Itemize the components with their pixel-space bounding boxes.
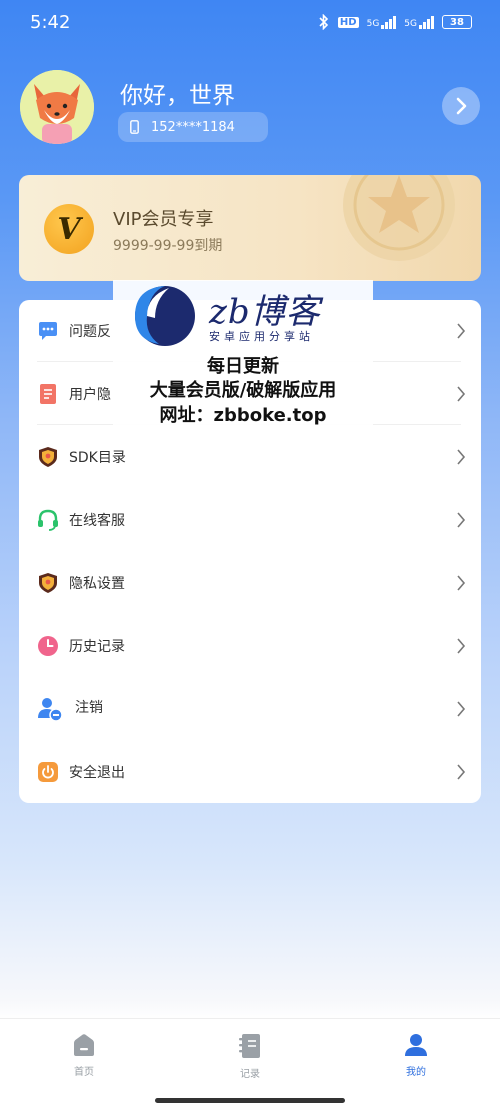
chevron-right-icon <box>457 386 466 402</box>
chevron-right-icon <box>457 638 466 654</box>
star-medal-icon <box>343 175 455 261</box>
status-icons: HD 5G 5G 38 <box>318 14 472 30</box>
power-icon <box>38 762 58 782</box>
menu-item-privacy-settings[interactable]: 隐私设置 <box>19 552 481 614</box>
notebook-icon <box>239 1034 260 1058</box>
phone-icon <box>130 120 139 134</box>
tab-label: 首页 <box>74 1067 94 1078</box>
greeting-text: 你好，世界 <box>120 83 235 109</box>
watermark-line-2: 大量会员版/破解版应用 <box>149 380 337 401</box>
tab-label: 记录 <box>240 1069 260 1080</box>
watermark-brand: zb博客 <box>209 292 321 332</box>
signal-1: 5G <box>367 15 397 29</box>
phone-number: 152****1184 <box>151 119 235 135</box>
vip-title: VIP会员专享 <box>113 209 214 230</box>
network-label: 5G <box>404 19 417 29</box>
watermark-line-3: 网址：zbboke.top <box>159 405 327 426</box>
vip-expire-date: 9999-99-99到期 <box>113 238 223 254</box>
watermark-overlay: zb博客 安卓应用分享站 每日更新 大量会员版/破解版应用 网址：zbboke.… <box>113 280 373 442</box>
menu-item-label: SDK目录 <box>69 450 126 466</box>
status-bar: 5:42 HD 5G 5G 38 <box>0 0 500 44</box>
chevron-right-icon <box>457 764 466 780</box>
menu-item-label: 隐私设置 <box>69 576 125 592</box>
menu-item-label: 历史记录 <box>69 639 125 655</box>
menu-item-label: 问题反 <box>69 324 111 340</box>
network-label: 5G <box>366 19 380 29</box>
clock-icon <box>38 636 58 656</box>
bluetooth-icon <box>319 14 329 30</box>
fox-avatar-icon[interactable] <box>20 70 94 144</box>
shield-icon <box>39 573 57 593</box>
tab-label: 我的 <box>406 1067 426 1078</box>
signal-bars-icon <box>419 15 434 29</box>
tab-records[interactable]: 记录 <box>210 1033 290 1083</box>
chevron-right-icon <box>457 575 466 591</box>
document-icon <box>40 384 56 404</box>
chevron-right-icon <box>457 449 466 465</box>
home-indicator[interactable] <box>155 1098 345 1103</box>
tab-mine[interactable]: 我的 <box>376 1033 456 1083</box>
hd-badge: HD <box>337 16 359 28</box>
menu-item-label: 安全退出 <box>69 765 125 781</box>
menu-item-label: 注销 <box>75 700 103 716</box>
menu-item-label: 在线客服 <box>69 513 125 529</box>
vip-card[interactable]: V VIP会员专享 9999-99-99到期 <box>19 175 481 281</box>
chat-dots-icon <box>39 322 57 340</box>
profile-header[interactable]: 你好，世界 152****1184 <box>20 70 480 146</box>
profile-detail-button[interactable] <box>442 87 480 125</box>
signal-2: 5G <box>404 15 434 29</box>
shield-icon <box>39 447 57 467</box>
home-icon <box>74 1034 94 1056</box>
status-time: 5:42 <box>30 11 71 33</box>
battery-icon: 38 <box>442 15 472 29</box>
chevron-right-icon <box>457 323 466 339</box>
user-remove-icon <box>38 698 63 722</box>
signal-bars-icon <box>381 15 397 29</box>
chevron-right-icon <box>456 97 467 115</box>
zb-logo-icon <box>135 286 195 346</box>
phone-pill: 152****1184 <box>118 112 268 142</box>
watermark-tagline: 安卓应用分享站 <box>209 330 314 343</box>
user-icon <box>405 1034 427 1056</box>
chevron-right-icon <box>457 701 466 717</box>
headset-icon <box>38 509 58 531</box>
menu-item-label: 用户隐 <box>69 387 111 403</box>
menu-item-deregister[interactable]: 注销 <box>19 678 481 740</box>
tab-home[interactable]: 首页 <box>44 1033 124 1083</box>
menu-item-logout[interactable]: 安全退出 <box>19 741 481 803</box>
watermark-line-1: 每日更新 <box>207 356 279 377</box>
menu-item-online-service[interactable]: 在线客服 <box>19 489 481 551</box>
vip-badge: V <box>44 204 94 254</box>
menu-item-history[interactable]: 历史记录 <box>19 615 481 677</box>
chevron-right-icon <box>457 512 466 528</box>
